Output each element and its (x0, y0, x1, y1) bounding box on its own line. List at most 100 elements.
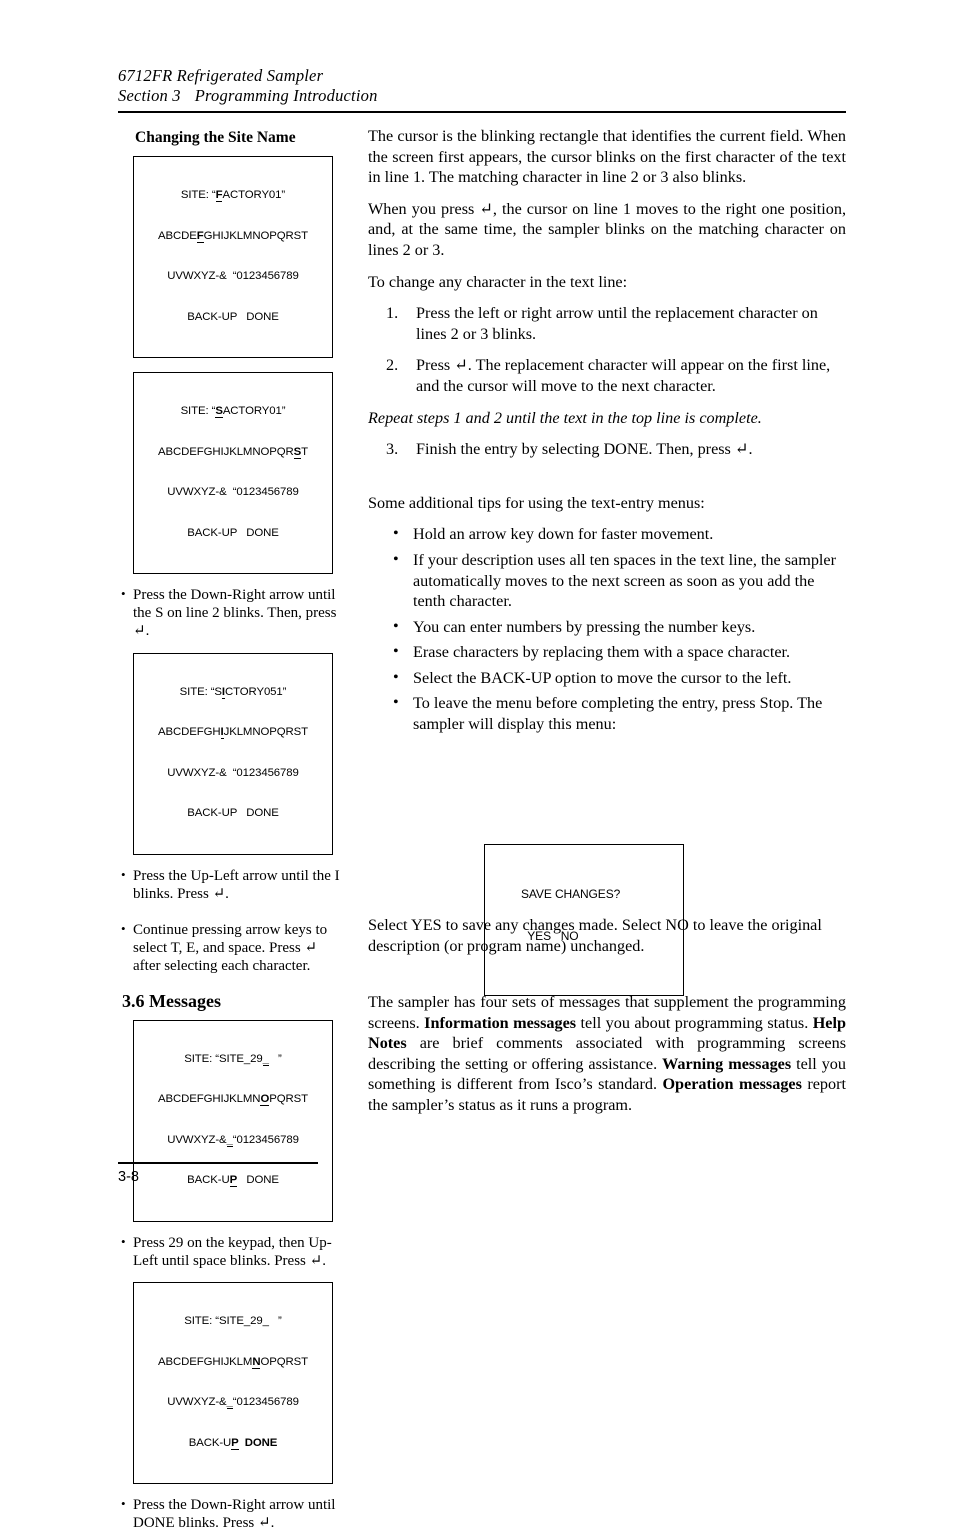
list-item: Erase characters by replacing them with … (368, 641, 846, 663)
messages-text-2: tell you about programming status. (576, 1013, 813, 1032)
lcd-screen-factory01: SITE: “ F ACTORY01” ABCDEFGHIJKLMNOPQRST U… (133, 156, 333, 358)
header-manual-title: 6712FR Refrigerated Sampler (118, 66, 324, 85)
note-list-1: Press the Down-Right arrow until the S o… (118, 585, 346, 641)
messages-bold-operation: Operation messages (662, 1075, 802, 1094)
lcd-option-backup: BACK-U (187, 1174, 230, 1187)
lcd-option-done: DONE (246, 1174, 279, 1187)
lcd-text: ” (268, 1052, 282, 1065)
lcd-text: UVWXYZ-& (167, 1133, 227, 1146)
lcd-text: UVWXYZ-& (167, 1396, 227, 1409)
lcd-text: OPQRST (260, 1355, 308, 1368)
lcd-text: SITE: “S (179, 685, 222, 698)
lcd-text: ABCDE (158, 229, 197, 242)
lcd-text: ACTORY01” (222, 405, 286, 417)
lcd-line-4: BACK-UP DONE (138, 527, 328, 541)
paragraph-cursor-description: The cursor is the blinking rectangle tha… (368, 127, 846, 187)
lcd-line-3: UVWXYZ-& “0123456789 (167, 486, 299, 498)
sidebar-heading-changing-site-name: Changing the Site Name (135, 129, 296, 146)
step-text: Press ↵. The replacement character will … (416, 356, 831, 395)
lcd-line-2: ABCDEFGHIJKLMNOPQRST (138, 445, 328, 460)
lcd-line-1: SITE: “SACTORY01” (138, 405, 328, 419)
page-number: 3-8 (118, 1169, 139, 1185)
lcd-screen-sactory01: SITE: “SACTORY01” ABCDEFGHIJKLMNOPQRST U… (133, 372, 333, 574)
list-item-step-1: 1. Press the left or right arrow until th… (368, 303, 846, 344)
lcd-cursor-char: P (231, 1436, 239, 1450)
lcd-text: ABCDEFGH (158, 726, 221, 739)
lcd-line-1: SITE: “SICTORY051” (138, 685, 328, 700)
lcd-line-4: BACK-UP DONE (138, 807, 328, 821)
messages-bold-information: Information messages (424, 1013, 577, 1032)
lcd-text: ACTORY01” (222, 189, 286, 201)
header-section-label: Section 3 (118, 86, 181, 105)
list-item: You can enter numbers by pressing the nu… (368, 616, 846, 638)
footer-divider (118, 1162, 318, 1164)
lcd-option-done: DONE (246, 807, 279, 820)
list-item-step-2: 2. Press ↵. The replacement character wil… (368, 355, 846, 396)
lcd-screen-sictory051: SITE: “SICTORY051” ABCDEFGHIJKLMNOPQRST … (133, 652, 333, 855)
lcd-line-2: ABCDEFGHIJKLMNOPQRST (138, 229, 328, 244)
lcd-text: CTORY051” (224, 685, 287, 698)
lcd-line-3: UVWXYZ-& “0123456789 (167, 270, 299, 282)
lcd-text: ABCDEFGHIJKLMN (158, 1093, 261, 1106)
lcd-line-4: BACK-UP DONE (138, 1436, 328, 1451)
note-list-4: Press 29 on the keypad, then Up-Left unt… (118, 1233, 346, 1270)
lcd-option-backup: BACK-UP (187, 526, 237, 539)
lcd-line-3: UVWXYZ-&_“0123456789 (138, 1396, 328, 1410)
lcd-line-1: SITE: “SITE_29_ ” (138, 1052, 328, 1067)
header-divider (118, 111, 846, 113)
lcd-screen-site29-space: SITE: “SITE_29_ ” ABCDEFGHIJKLMNOPQRST U… (133, 1019, 333, 1222)
lcd-line-2: ABCDEFGHIJKLMNOPQRST (138, 726, 328, 740)
list-item: To leave the menu before completing the … (368, 692, 846, 734)
step-text: Finish the entry by selecting DONE. Then… (416, 440, 753, 459)
lcd-line-1: SITE: “SITE_29_ ” (138, 1315, 328, 1329)
lcd-line-3: UVWXYZ-& “0123456789 (167, 766, 299, 779)
lcd-screen-site29-done: SITE: “SITE_29_ ” ABCDEFGHIJKLMNOPQRST U… (133, 1282, 333, 1485)
section-title-3-6-messages: 3.6 Messages (122, 991, 221, 1011)
lcd-option-backup: BACK-U (188, 1436, 232, 1449)
lcd-cursor-char: S (293, 445, 302, 459)
left-margin-column: Changing the Site Name SITE: “ F ACTORY01”… (118, 128, 346, 1532)
lcd-line-2: ABCDEFGHIJKLMNOPQRST (138, 1093, 328, 1107)
step-number: 3. (386, 440, 399, 459)
paragraph-tips-intro: Some additional tips for using the text-… (368, 493, 705, 512)
lcd-line-2: ABCDEFGHIJKLMNOPQRST (138, 1355, 328, 1370)
lcd-text: SITE: “ (180, 189, 216, 201)
list-item: Select the BACK-UP option to move the cu… (368, 667, 846, 689)
paragraph-messages-overview: The sampler has four sets of messages th… (368, 992, 846, 1116)
step-text: Press the left or right arrow until the … (416, 304, 818, 343)
lcd-text: SITE: “SITE_29 (184, 1052, 263, 1065)
lcd-text: GHIJKLMNOPQRST (203, 229, 308, 242)
page-header: 6712FR Refrigerated Sampler Section 3 Pro… (118, 66, 846, 106)
list-item: If your description uses all ten spaces … (368, 549, 846, 612)
paragraph-press-enter: When you press ↵, the cursor on line 1 m… (368, 199, 846, 259)
main-text-column: The cursor is the blinking rectangle tha… (368, 126, 846, 740)
header-section-title: Programming Introduction (194, 86, 378, 105)
note-list-3: Continue pressing arrow keys to select T… (118, 920, 346, 976)
lcd-text: ABCDEFGHIJKLM (158, 1355, 253, 1368)
lcd-text: “0123456789 (232, 1133, 299, 1146)
header-section-line: Section 3 Programming Introduction (118, 86, 846, 106)
lcd-line-4: BACK-UP DONE (138, 311, 328, 325)
lcd-text: T (301, 445, 308, 458)
note-list-5: Press the Down-Right arrow until DONE bl… (118, 1495, 346, 1532)
lcd-cursor-char: F (196, 229, 204, 243)
lcd-option-done: DONE (246, 310, 279, 323)
lcd-text: JKLMNOPQRST (223, 726, 308, 739)
lcd-option-done: DONE (246, 526, 279, 539)
ordered-steps-list: 1. Press the left or right arrow until th… (368, 303, 846, 396)
document-page: 6712FR Refrigerated Sampler Section 3 Pro… (0, 0, 954, 1531)
lcd-text: “0123456789 (232, 1396, 299, 1409)
lcd-option-done-selected: DONE (244, 1436, 278, 1449)
lcd-line-4: BACK-UP DONE (138, 1174, 328, 1188)
list-item: Press the Down-Right arrow until the S o… (118, 585, 346, 641)
lcd-option-backup: BACK-UP (187, 310, 237, 323)
lcd-line-1: SAVE CHANGES? (521, 887, 621, 901)
list-item: Press the Up-Left arrow until the I blin… (118, 866, 346, 903)
lcd-option-backup: BACK-UP (187, 807, 237, 820)
lcd-text: SITE: “SITE_29_ (184, 1315, 269, 1328)
list-item: Press 29 on the keypad, then Up-Left unt… (118, 1233, 346, 1270)
lcd-line-3: UVWXYZ-&_“0123456789 (138, 1133, 328, 1148)
list-item: Continue pressing arrow keys to select T… (118, 920, 346, 976)
lcd-cursor-char: S (215, 405, 223, 418)
lcd-text: ” (268, 1315, 282, 1328)
